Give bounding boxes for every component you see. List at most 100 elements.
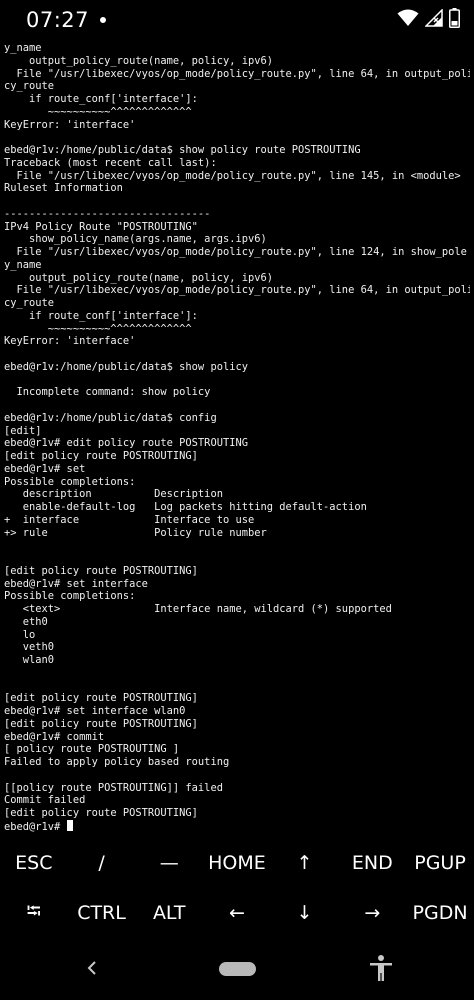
terminal-line-text: enable-default-log Log packets hitting d… [4,501,367,513]
terminal-line: y_name [4,42,470,55]
terminal-line-text: Ruleset Information [4,182,123,195]
terminal-line-text: File "/usr/libexec/vyos/op_mode/policy_r… [4,67,471,80]
terminal-line-text: ebed@r1v# set interface [4,577,148,590]
status-time: 07:27 [26,8,90,32]
terminal-line-text: [edit policy route POSTROUTING] [4,807,198,819]
back-icon[interactable] [80,956,104,980]
terminal-line-text: [edit policy route POSTROUTING] [4,717,198,730]
terminal-line: +> rule Policy rule number [4,527,470,540]
terminal-line-text: [edit policy route POSTROUTING] [4,692,198,705]
key-alt-button[interactable]: ALT [135,888,203,938]
extra-keys-row-2: ⭾ CTRL ALT ← ↓ → PGDN [0,888,474,938]
terminal-line-text: ~~~~~~~~~~^^^^^^^^^^^^^ [4,322,192,335]
terminal-line-text: KeyError: 'interface' [4,118,136,131]
key-home-button[interactable]: HOME [203,838,271,888]
key-left-button[interactable]: ← [203,888,271,938]
terminal-line-text: Incomplete command: show policy [4,386,211,399]
terminal-line: cy_route [4,80,470,93]
terminal-line: ebed@r1v:/home/public/data$ show policy … [4,144,470,157]
navigation-bar [0,940,474,1000]
terminal-line: eth0 [4,616,470,629]
terminal-line-text: Possible completions: [4,475,136,488]
terminal-line: [edit policy route POSTROUTING] [4,565,470,578]
key-up-button[interactable]: ↑ [271,838,339,888]
terminal-line-text: File "/usr/libexec/vyos/op_mode/policy_r… [4,169,461,182]
terminal-line: IPv4 Policy Route "POSTROUTING" [4,221,470,234]
terminal-line: wlan0 [4,654,470,667]
key-ctrl-button[interactable]: CTRL [68,888,136,938]
key-pgdn-button[interactable]: PGDN [406,888,474,938]
status-icons [397,8,460,31]
terminal-line-text: y_name [4,42,42,54]
terminal-line-text: KeyError: 'interface' [4,335,136,348]
terminal-line-text: y_name [4,258,42,271]
terminal-line: Commit failed [4,794,470,807]
terminal-line: File "/usr/libexec/vyos/op_mode/policy_r… [4,284,471,297]
terminal-line: ebed@r1v:/home/public/data$ config [4,412,470,425]
terminal-line: ~~~~~~~~~~^^^^^^^^^^^^^ [4,323,470,336]
terminal-line-text: + interface Interface to use [4,513,255,526]
terminal-line-text: ebed@r1v:/home/public/data$ show policy [4,360,248,373]
terminal-line-text: Possible completions: [4,590,136,603]
key-slash-button[interactable]: / [68,838,136,888]
terminal-line-text: <text> Interface name, wildcard (*) supp… [4,603,392,615]
key-end-button[interactable]: END [339,838,407,888]
key-right-button[interactable]: → [339,888,407,938]
terminal-line-text: Traceback (most recent call last): [4,156,217,169]
terminal-line: [edit] [4,425,470,438]
terminal-line: ebed@r1v# [4,819,470,833]
terminal-line-text: ebed@r1v# set interface wlan0 [4,705,186,717]
terminal-line-text: File "/usr/libexec/vyos/op_mode/policy_r… [4,246,467,258]
status-bar: 07:27 [0,0,474,40]
terminal-line: Possible completions: [4,590,470,603]
terminal-line: ebed@r1v# commit [4,731,470,744]
terminal-line: if route_conf['interface']: [4,310,470,323]
terminal-line: <text> Interface name, wildcard (*) supp… [4,603,470,616]
terminal-line: --------------------------------- [4,208,470,221]
key-dash-button[interactable]: — [135,838,203,888]
terminal-line: File "/usr/libexec/vyos/op_mode/policy_r… [4,246,470,259]
terminal-line: [edit policy route POSTROUTING] [4,807,470,820]
terminal-line: [edit policy route POSTROUTING] [4,692,470,705]
terminal-line: [edit policy route POSTROUTING] [4,718,470,731]
terminal-line: KeyError: 'interface' [4,335,470,348]
terminal-line-text: output_policy_route(name, policy, ipv6) [4,271,273,284]
terminal-cursor [66,819,73,831]
terminal-line: File "/usr/libexec/vyos/op_mode/policy_r… [4,67,471,81]
terminal-output[interactable]: y_name output_policy_route(name, policy,… [4,42,470,837]
wifi-icon [397,9,419,31]
terminal-line: [[policy route POSTROUTING]] failed [4,782,470,795]
terminal-line: Failed to apply policy based routing [4,756,470,769]
terminal-line: cy_route [4,297,470,310]
key-pgup-button[interactable]: PGUP [406,838,474,888]
key-tab-button[interactable]: ⭾ [0,888,68,938]
terminal-line: [edit policy route POSTROUTING] [4,450,470,463]
terminal-line-text: wlan0 [4,654,55,666]
key-esc-button[interactable]: ESC [0,838,68,888]
terminal-line-text: ~~~~~~~~~~^^^^^^^^^^^^^ [4,105,192,118]
terminal-line: if route_conf['interface']: [4,93,470,106]
home-pill-button[interactable] [219,962,256,976]
terminal-line: ebed@r1v:/home/public/data$ show policy [4,361,470,374]
terminal-line: ebed@r1v# set interface wlan0 [4,705,470,718]
terminal-line-text: [edit] [4,424,42,437]
terminal-line: output_policy_route(name, policy, ipv6) [4,272,470,285]
accessibility-icon[interactable] [368,954,394,982]
terminal-line: Traceback (most recent call last): [4,157,470,170]
terminal-line: [ policy route POSTROUTING ] [4,743,470,756]
dot-notification-icon [100,17,106,23]
terminal-line-text: description Description [4,488,223,501]
terminal-line-text: File "/usr/libexec/vyos/op_mode/policy_r… [4,284,471,297]
terminal-line: + interface Interface to use [4,514,470,527]
signal-icon [424,8,443,31]
terminal-line-text: lo [4,628,36,641]
terminal-line-text: --------------------------------- [4,207,211,220]
terminal-line: ebed@r1v# set interface [4,578,470,591]
key-down-button[interactable]: ↓ [271,888,339,938]
